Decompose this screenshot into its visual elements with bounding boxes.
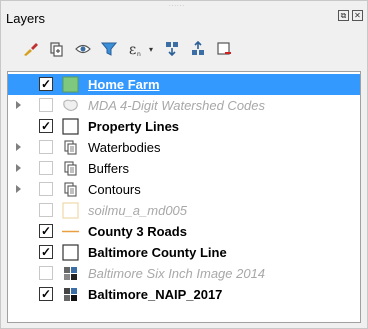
layer-row-baltimore-naip[interactable]: ✓ Baltimore_NAIP_2017 <box>8 284 360 305</box>
drag-grip[interactable]: ...... <box>169 2 199 8</box>
collapse-all-icon[interactable] <box>188 39 208 59</box>
layer-visibility-checkbox[interactable]: ✓ <box>39 245 53 259</box>
tan-box-symbol-icon <box>62 202 79 219</box>
filter-expression-icon[interactable]: εn <box>125 39 145 59</box>
layer-row-mda-watershed[interactable]: MDA 4-Digit Watershed Codes <box>8 95 360 116</box>
svg-text:n: n <box>137 51 141 58</box>
layer-visibility-checkbox[interactable] <box>39 266 53 280</box>
white-box-symbol-icon <box>62 244 79 261</box>
green-fill-symbol-icon <box>62 76 79 93</box>
expand-all-icon[interactable] <box>162 39 182 59</box>
expand-arrow-icon[interactable] <box>16 143 21 151</box>
panel-title-bar: ...... Layers ⧉ ✕ <box>1 1 367 35</box>
layer-label: Baltimore Six Inch Image 2014 <box>88 266 266 281</box>
expand-arrow-icon[interactable] <box>16 101 21 109</box>
layer-visibility-checkbox[interactable]: ✓ <box>39 77 53 91</box>
layers-tree[interactable]: ✓ Home Farm MDA 4-Digit Watershed Codes … <box>7 71 361 323</box>
expand-arrow-icon[interactable] <box>16 164 21 172</box>
remove-layer-icon[interactable] <box>214 39 234 59</box>
layer-label: Waterbodies <box>88 140 161 155</box>
raster-symbol-icon <box>64 267 77 280</box>
group-folder-icon <box>64 182 77 197</box>
expand-arrow-icon[interactable] <box>16 185 21 193</box>
layer-row-county-roads[interactable]: ✓ County 3 Roads <box>8 221 360 242</box>
orange-line-symbol-icon <box>62 230 79 233</box>
layer-label: Property Lines <box>88 119 180 134</box>
layer-visibility-checkbox[interactable] <box>39 182 53 196</box>
panel-title: Layers <box>6 11 46 26</box>
layer-visibility-checkbox[interactable]: ✓ <box>39 287 53 301</box>
add-group-icon[interactable] <box>47 39 67 59</box>
layer-row-waterbodies[interactable]: Waterbodies <box>8 137 360 158</box>
svg-text:ε: ε <box>129 42 136 58</box>
layer-label: Baltimore County Line <box>88 245 227 260</box>
layer-row-buffers[interactable]: Buffers <box>8 158 360 179</box>
close-panel-button[interactable]: ✕ <box>352 10 363 21</box>
white-box-symbol-icon <box>62 118 79 135</box>
visibility-eye-icon[interactable] <box>73 39 93 59</box>
layer-visibility-checkbox[interactable]: ✓ <box>39 224 53 238</box>
layer-label: Contours <box>88 182 141 197</box>
layer-label: Home Farm <box>88 77 160 92</box>
layer-visibility-checkbox[interactable] <box>39 98 53 112</box>
layer-label: soilmu_a_md005 <box>88 203 188 218</box>
layer-label: Baltimore_NAIP_2017 <box>88 287 223 302</box>
style-manager-icon[interactable] <box>21 39 41 59</box>
group-folder-icon <box>64 140 77 155</box>
layer-row-property-lines[interactable]: ✓ Property Lines <box>8 116 360 137</box>
layer-visibility-checkbox[interactable]: ✓ <box>39 119 53 133</box>
layer-visibility-checkbox[interactable] <box>39 203 53 217</box>
group-folder-icon <box>64 161 77 176</box>
polygon-outline-symbol-icon <box>63 99 78 112</box>
layer-visibility-checkbox[interactable] <box>39 161 53 175</box>
layer-label: Buffers <box>88 161 129 176</box>
layer-row-home-farm[interactable]: ✓ Home Farm <box>8 74 360 95</box>
layer-row-baltimore-county-line[interactable]: ✓ Baltimore County Line <box>8 242 360 263</box>
raster-symbol-icon <box>64 288 77 301</box>
layers-toolbar: εn ▾ <box>1 35 367 63</box>
layers-panel: ...... Layers ⧉ ✕ εn ▾ ✓ Home Farm MDA 4… <box>0 0 368 329</box>
layer-visibility-checkbox[interactable] <box>39 140 53 154</box>
filter-icon[interactable] <box>99 39 119 59</box>
layer-row-contours[interactable]: Contours <box>8 179 360 200</box>
float-panel-button[interactable]: ⧉ <box>338 10 349 21</box>
filter-dropdown-caret[interactable]: ▾ <box>146 39 156 59</box>
layer-row-soilmu[interactable]: soilmu_a_md005 <box>8 200 360 221</box>
layer-label: MDA 4-Digit Watershed Codes <box>88 98 266 113</box>
layer-label: County 3 Roads <box>88 224 187 239</box>
layer-row-baltimore-six-inch[interactable]: Baltimore Six Inch Image 2014 <box>8 263 360 284</box>
